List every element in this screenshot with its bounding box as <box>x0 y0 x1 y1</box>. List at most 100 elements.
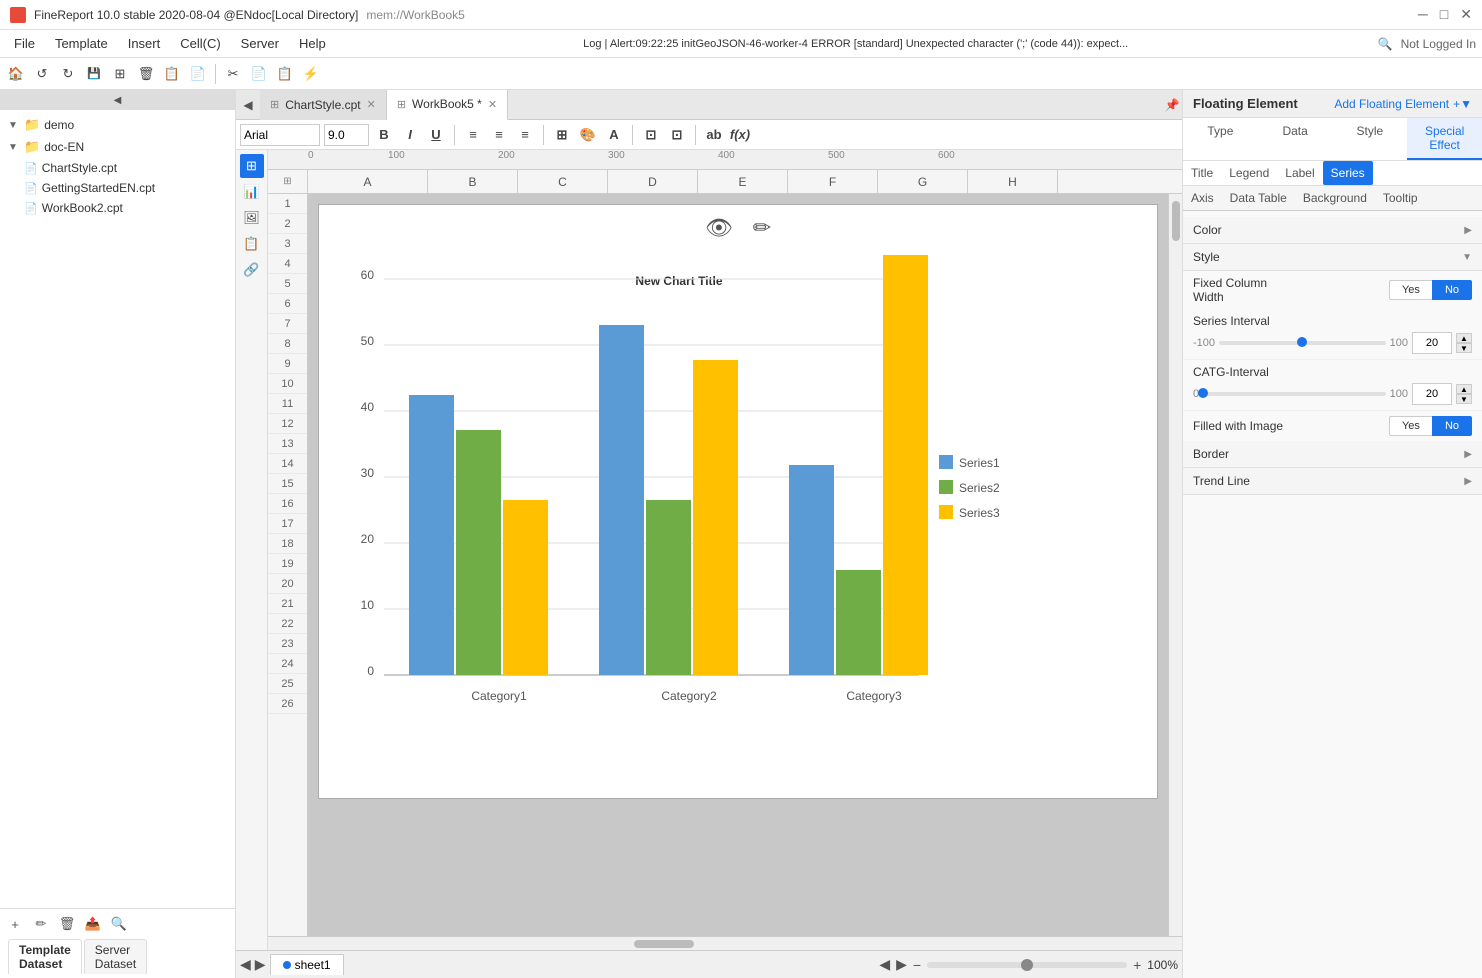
underline-button[interactable]: U <box>425 124 447 146</box>
template-dataset-tab[interactable]: Template Dataset <box>8 939 82 974</box>
series-interval-up[interactable]: ▲ <box>1456 333 1472 343</box>
panel-tab-type[interactable]: Type <box>1183 118 1258 160</box>
chart-eye-icon[interactable]: 👁 <box>705 215 733 241</box>
catg-interval-down[interactable]: ▼ <box>1456 394 1472 404</box>
menu-file[interactable]: File <box>6 33 43 54</box>
vert-btn-link[interactable]: 🔗 <box>240 258 264 282</box>
zoom-slider-thumb[interactable] <box>1021 959 1033 971</box>
nav-left-btn[interactable]: ◀ <box>879 956 890 973</box>
trend-line-section-header[interactable]: Trend Line ▶ <box>1183 468 1482 495</box>
toolbar-save[interactable]: 💾 <box>82 62 106 86</box>
sub-tab-series[interactable]: Series <box>1323 161 1373 185</box>
toolbar-home[interactable]: 🏠 <box>4 62 28 86</box>
series-interval-input[interactable] <box>1412 332 1452 354</box>
align-right-button[interactable]: ≡ <box>514 124 536 146</box>
tree-item-gettingstarted[interactable]: 📄 GettingStartedEN.cpt <box>0 178 235 198</box>
fixed-column-width-yes-btn[interactable]: Yes <box>1389 280 1432 300</box>
style-section-header[interactable]: Style ▼ <box>1183 244 1482 271</box>
tab-close-chartstyle[interactable]: ✕ <box>367 98 376 111</box>
toolbar-copy-style[interactable]: 📋 <box>160 62 184 86</box>
align-center-button[interactable]: ≡ <box>488 124 510 146</box>
tab-workbook5[interactable]: ⊞ WorkBook5 * ✕ <box>387 90 508 120</box>
sheet-nav-next[interactable]: ▶ <box>255 956 266 973</box>
color-section-header[interactable]: Color ▶ <box>1183 217 1482 244</box>
toolbar-flash[interactable]: ⚡ <box>299 62 323 86</box>
sidebar-edit-btn[interactable]: ✏ <box>30 913 52 935</box>
font-size-select[interactable] <box>324 124 369 146</box>
fixed-column-width-no-btn[interactable]: No <box>1432 280 1472 300</box>
tab-chartstyle[interactable]: ⊞ ChartStyle.cpt ✕ <box>260 90 387 120</box>
server-dataset-tab[interactable]: Server Dataset <box>84 939 147 974</box>
panel-tab-special-effect[interactable]: Special Effect <box>1407 118 1482 160</box>
catg-interval-up[interactable]: ▲ <box>1456 384 1472 394</box>
toolbar-paste2[interactable]: 📋 <box>273 62 297 86</box>
font-color-button[interactable]: A <box>603 124 625 146</box>
vertical-scrollbar[interactable] <box>1168 194 1182 936</box>
border-button[interactable]: ⊞ <box>551 124 573 146</box>
nav-minus-btn[interactable]: − <box>913 957 921 973</box>
menu-cell[interactable]: Cell(C) <box>172 33 228 54</box>
toolbar-redo[interactable]: ↻ <box>56 62 80 86</box>
sheet-nav-prev[interactable]: ◀ <box>240 956 251 973</box>
bold-button[interactable]: B <box>373 124 395 146</box>
toolbar-copy[interactable]: 📄 <box>247 62 271 86</box>
italic-button[interactable]: I <box>399 124 421 146</box>
sub-tab-tooltip[interactable]: Tooltip <box>1375 186 1426 210</box>
minimize-button[interactable]: ─ <box>1418 6 1428 23</box>
toolbar-paste[interactable]: 📄 <box>186 62 210 86</box>
chart-floating-element[interactable]: 👁 ✏ New Chart Title 0 <box>318 204 1158 799</box>
vert-btn-chart[interactable]: 📊 <box>240 180 264 204</box>
search-icon[interactable]: 🔍 <box>1378 37 1393 51</box>
sub-tab-label[interactable]: Label <box>1277 161 1322 185</box>
vert-btn-image[interactable]: 🖼 <box>240 206 264 230</box>
text-wrap-button[interactable]: ab <box>703 124 725 146</box>
filled-with-image-yes-btn[interactable]: Yes <box>1389 416 1432 436</box>
sub-tab-axis[interactable]: Axis <box>1183 186 1222 210</box>
login-status[interactable]: Not Logged In <box>1401 37 1476 51</box>
tree-item-workbook2[interactable]: 📄 WorkBook2.cpt <box>0 198 235 218</box>
scrollbar-thumb-h[interactable] <box>634 940 694 948</box>
tree-item-demo[interactable]: ▼ 📁 demo <box>0 114 235 136</box>
horizontal-scrollbar[interactable] <box>268 936 1182 950</box>
series-interval-slider[interactable] <box>1219 341 1386 345</box>
maximize-button[interactable]: □ <box>1440 6 1448 23</box>
sub-tab-title[interactable]: Title <box>1183 161 1221 185</box>
menu-template[interactable]: Template <box>47 33 116 54</box>
sidebar-add-btn[interactable]: + <box>4 913 26 935</box>
tab-pin-btn[interactable]: 📌 <box>1162 95 1182 115</box>
border-section-header[interactable]: Border ▶ <box>1183 441 1482 468</box>
sheet-tab-sheet1[interactable]: sheet1 <box>270 954 344 975</box>
scrollbar-thumb-v[interactable] <box>1172 201 1180 241</box>
panel-tab-style[interactable]: Style <box>1333 118 1408 160</box>
align-left-button[interactable]: ≡ <box>462 124 484 146</box>
tree-item-chartstyle[interactable]: 📄 ChartStyle.cpt <box>0 158 235 178</box>
zoom-plus-btn[interactable]: + <box>1133 957 1141 973</box>
close-button[interactable]: ✕ <box>1460 6 1472 23</box>
panel-tab-data[interactable]: Data <box>1258 118 1333 160</box>
chart-edit-icon[interactable]: ✏ <box>753 215 771 241</box>
zoom-slider[interactable] <box>927 962 1127 968</box>
nav-right-btn[interactable]: ▶ <box>896 956 907 973</box>
merge-button[interactable]: ⊡ <box>640 124 662 146</box>
menu-insert[interactable]: Insert <box>120 33 169 54</box>
sidebar-collapse-btn[interactable]: ◀ <box>0 90 235 110</box>
tab-collapse-left[interactable]: ◀ <box>236 90 260 120</box>
formula-fx-button[interactable]: f(x) <box>729 124 751 146</box>
toolbar-delete[interactable]: 🗑 <box>134 62 158 86</box>
sidebar-search-btn[interactable]: 🔍 <box>108 913 130 935</box>
menu-help[interactable]: Help <box>291 33 334 54</box>
series-interval-thumb[interactable] <box>1297 337 1307 347</box>
toolbar-cut[interactable]: ✂ <box>221 62 245 86</box>
sub-tab-background[interactable]: Background <box>1295 186 1375 210</box>
catg-interval-slider[interactable] <box>1203 392 1386 396</box>
menu-server[interactable]: Server <box>233 33 287 54</box>
vert-btn-clip[interactable]: 📋 <box>240 232 264 256</box>
toolbar-grid[interactable]: ⊞ <box>108 62 132 86</box>
add-floating-element-btn[interactable]: Add Floating Element +▼ <box>1334 97 1472 111</box>
toolbar-undo[interactable]: ↺ <box>30 62 54 86</box>
vert-btn-grid[interactable]: ⊞ <box>240 154 264 178</box>
series-interval-down[interactable]: ▼ <box>1456 343 1472 353</box>
fill-color-button[interactable]: 🎨 <box>577 124 599 146</box>
catg-interval-input[interactable] <box>1412 383 1452 405</box>
font-family-select[interactable] <box>240 124 320 146</box>
